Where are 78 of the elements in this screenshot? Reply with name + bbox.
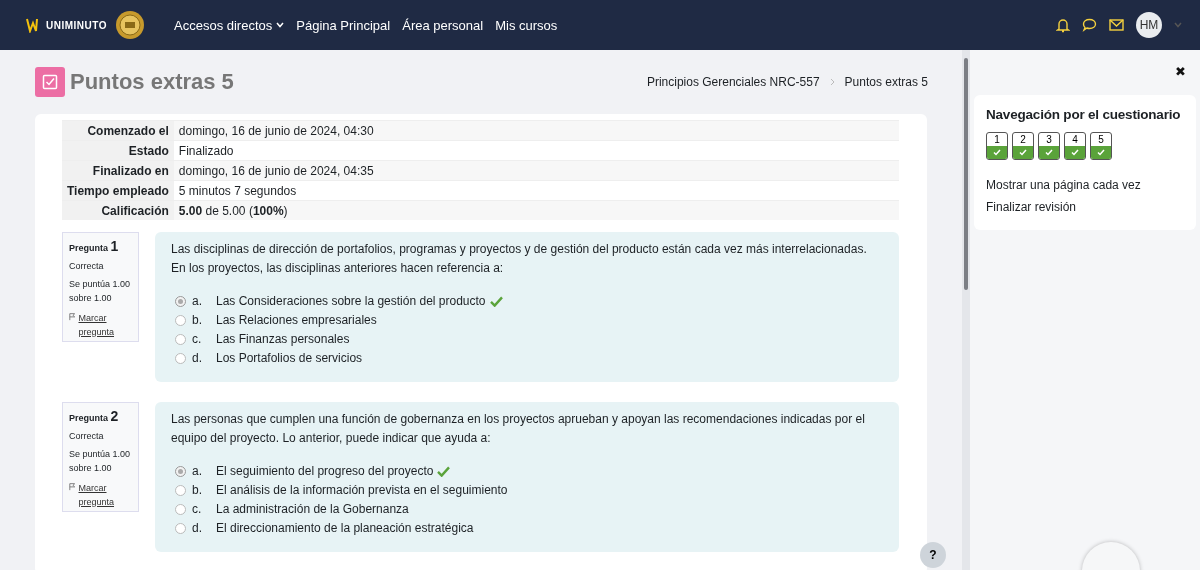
- user-avatar[interactable]: HM: [1136, 12, 1162, 38]
- option-text: Las Relaciones empresariales: [216, 312, 377, 329]
- summary-value: domingo, 16 de junio de 2024, 04:30: [173, 120, 899, 141]
- question-nav-button[interactable]: 3: [1038, 132, 1060, 160]
- close-button[interactable]: ✖: [1175, 64, 1186, 79]
- chevron-right-icon: [829, 78, 835, 86]
- option-text: El análisis de la información prevista en el seguimiento: [216, 482, 508, 499]
- flag-question-link[interactable]: Marcar pregunta: [78, 482, 132, 509]
- breadcrumb-link[interactable]: Principios Gerenciales NRC-557: [646, 75, 820, 89]
- radio-button[interactable]: [175, 485, 186, 496]
- question-text: Las disciplinas de dirección de portafolios, programas y proyectos y de gestión del producto están cada vez más interrelacionadas. En los proyectos, las disciplinas anteriores hacen referencia a:: [171, 241, 868, 277]
- radio-button[interactable]: [175, 504, 186, 515]
- bell-icon[interactable]: [1056, 17, 1070, 33]
- option-letter: a.: [192, 293, 203, 310]
- panel-link[interactable]: Mostrar una página cada vez: [986, 178, 1184, 192]
- nav-link[interactable]: Mis cursos: [495, 17, 558, 33]
- summary-label: Tiempo empleado: [62, 180, 174, 201]
- radio-button[interactable]: [175, 296, 186, 307]
- breadcrumb-link[interactable]: Puntos extras 5: [844, 75, 928, 89]
- question-status: Correcta: [69, 431, 105, 441]
- option-text: La administración de la Gobernanza: [216, 501, 409, 518]
- option-letter: d.: [192, 350, 203, 367]
- question-score: Se puntúa 1.00 sobre 1.00: [69, 448, 132, 475]
- option-letter: a.: [192, 463, 203, 480]
- question-status: Correcta: [69, 261, 105, 271]
- summary-label: Estado: [62, 140, 174, 161]
- option-letter: c.: [192, 331, 203, 348]
- check-icon: [1071, 149, 1079, 156]
- summary-label: Comenzado el: [62, 120, 174, 141]
- question-score: Se puntúa 1.00 sobre 1.00: [69, 278, 132, 305]
- panel-link[interactable]: Finalizar revisión: [986, 200, 1184, 214]
- radio-button[interactable]: [175, 353, 186, 364]
- question-number: Pregunta 1: [69, 238, 120, 254]
- option-letter: b.: [192, 312, 203, 329]
- option-letter: b.: [192, 482, 203, 499]
- option-letter: d.: [192, 520, 203, 537]
- flag-icon: [69, 482, 76, 491]
- option-text: El seguimiento del progreso del proyecto: [216, 463, 434, 480]
- summary-value: domingo, 16 de junio de 2024, 04:35: [173, 160, 899, 181]
- question-nav-button[interactable]: 5: [1090, 132, 1112, 160]
- question-number: Pregunta 2: [69, 408, 120, 424]
- nav-link[interactable]: Accesos directos: [174, 17, 285, 33]
- page-title: Puntos extras 5: [70, 69, 234, 95]
- nav-link[interactable]: Página Principal: [296, 17, 391, 33]
- option-text: El direccionamiento de la planeación estratégica: [216, 520, 474, 537]
- mail-icon[interactable]: [1109, 19, 1124, 31]
- radio-button[interactable]: [175, 466, 186, 477]
- option-text: Los Portafolios de servicios: [216, 350, 363, 367]
- help-button[interactable]: ?: [920, 542, 946, 568]
- radio-button[interactable]: [175, 334, 186, 345]
- summary-label: Finalizado en: [62, 160, 174, 181]
- quiz-icon: [35, 67, 65, 97]
- summary-label: Calificación: [62, 200, 174, 220]
- flag-question-link[interactable]: Marcar pregunta: [78, 312, 132, 339]
- seal-icon: [115, 10, 145, 40]
- check-icon: [1045, 149, 1053, 156]
- question-nav-button[interactable]: 2: [1012, 132, 1034, 160]
- logo-mark-icon: [26, 17, 38, 33]
- option-text: Las Consideraciones sobre la gestión del producto: [216, 293, 486, 310]
- chat-icon[interactable]: [1082, 18, 1097, 32]
- check-icon: [1019, 149, 1027, 156]
- question-nav-button[interactable]: 1: [986, 132, 1008, 160]
- question-nav-button[interactable]: 4: [1064, 132, 1086, 160]
- panel-title: Navegación por el cuestionario: [986, 107, 1182, 122]
- scrollbar-thumb[interactable]: [964, 58, 968, 290]
- chevron-down-icon: [276, 22, 285, 28]
- radio-button[interactable]: [175, 315, 186, 326]
- chevron-down-icon[interactable]: [1174, 22, 1182, 28]
- option-text: Las Finanzas personales: [216, 331, 350, 348]
- logo-text: UNIMINUTO: [46, 19, 107, 31]
- check-icon: [1097, 149, 1105, 156]
- summary-value: 5.00 de 5.00 (100%): [173, 200, 899, 220]
- check-icon: [993, 149, 1001, 156]
- radio-button[interactable]: [175, 523, 186, 534]
- flag-icon: [69, 312, 76, 321]
- question-text: Las personas que cumplen una función de gobernanza en los proyectos aprueban y apoyan las recomendaciones indicadas por el equipo del proyecto. Lo anterior, puede indicar que ayuda a:: [171, 411, 866, 447]
- option-letter: c.: [192, 501, 203, 518]
- nav-link[interactable]: Área personal: [402, 17, 484, 33]
